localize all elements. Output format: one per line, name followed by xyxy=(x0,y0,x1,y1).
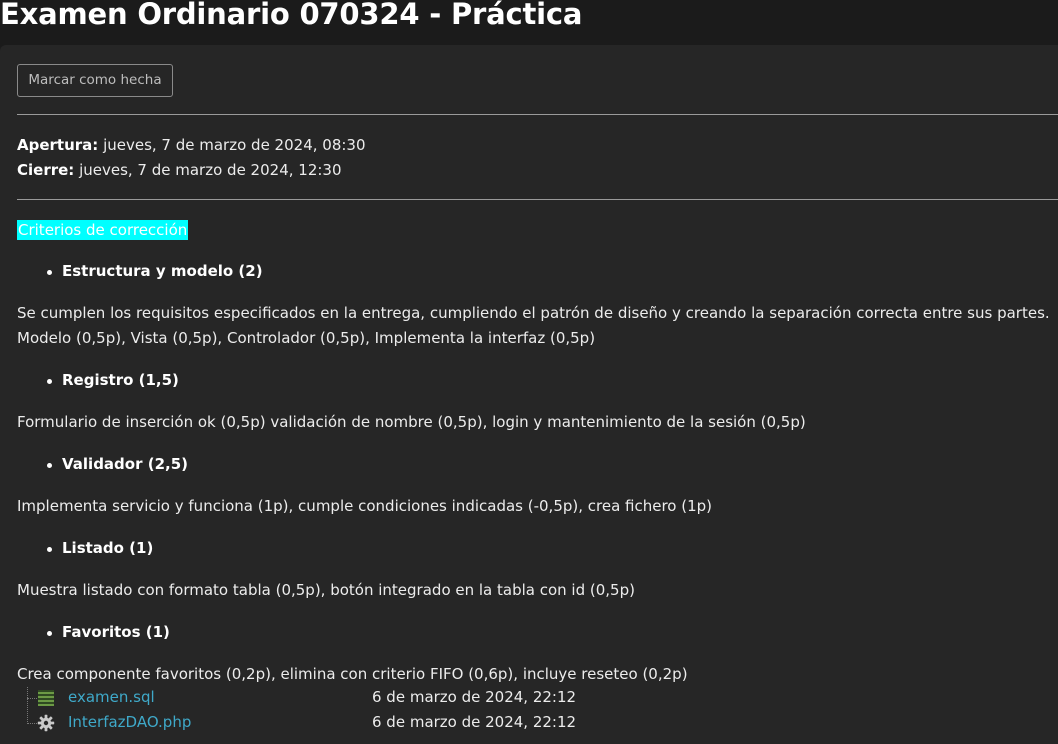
file-date: 6 de marzo de 2024, 22:12 xyxy=(372,688,577,706)
criterion-line: Crea componente favoritos (0,2p), elimin… xyxy=(17,665,688,683)
criteria-heading: Criterios de corrección xyxy=(17,220,189,240)
criterion-line: Formulario de inserción ok (0,5p) valida… xyxy=(17,413,806,431)
criterion-description: Implementa servicio y funciona (1p), cum… xyxy=(17,494,1058,519)
criterion-description: Crea componente favoritos (0,2p), elimin… xyxy=(17,662,1058,687)
criterion-line: Muestra listado con formato tabla (0,5p)… xyxy=(17,581,635,599)
file-date: 6 de marzo de 2024, 22:12 xyxy=(372,713,577,731)
open-date: Apertura: jueves, 7 de marzo de 2024, 08… xyxy=(17,133,366,158)
criterion-title: Registro (1,5) xyxy=(47,371,179,389)
close-date-label: Cierre: xyxy=(17,160,75,179)
criterion-title: Listado (1) xyxy=(46,539,154,557)
sql-file-icon xyxy=(38,690,54,706)
divider xyxy=(17,199,1058,200)
criterion-title: Validador (2,5) xyxy=(47,455,188,473)
gear-file-icon xyxy=(37,714,55,732)
criterion-line: Modelo (0,5p), Vista (0,5p), Controlador… xyxy=(17,329,596,347)
page-title: Examen Ordinario 070324 - Práctica xyxy=(0,0,583,31)
close-date-value: jueves, 7 de marzo de 2024, 12:30 xyxy=(74,160,342,179)
criterion-description: Se cumplen los requisitos especificados … xyxy=(17,301,1058,351)
file-link-interfazdao-php[interactable]: InterfazDAO.php xyxy=(68,713,191,731)
divider xyxy=(17,114,1058,115)
criterion-title: Estructura y modelo (2) xyxy=(47,262,263,280)
activity-panel: Marcar como hecha Apertura: jueves, 7 de… xyxy=(0,45,1058,744)
open-date-value: jueves, 7 de marzo de 2024, 08:30 xyxy=(98,136,366,154)
criterion-description: Formulario de inserción ok (0,5p) valida… xyxy=(17,410,1058,435)
tree-connector xyxy=(27,698,37,699)
activity-dates: Apertura: jueves, 7 de marzo de 2024, 08… xyxy=(17,133,366,182)
criterion-line: Se cumplen los requisitos especificados … xyxy=(17,304,1050,322)
mark-as-done-button[interactable]: Marcar como hecha xyxy=(17,64,173,97)
criterion-title: Favoritos (1) xyxy=(47,623,170,641)
tree-connector xyxy=(27,723,37,724)
close-date: Cierre: jueves, 7 de marzo de 2024, 12:3… xyxy=(17,158,366,183)
criterion-line: Implementa servicio y funciona (1p), cum… xyxy=(17,497,713,515)
tree-connector xyxy=(27,687,28,724)
criterion-description: Muestra listado con formato tabla (0,5p)… xyxy=(17,578,1058,603)
file-link-examen-sql[interactable]: examen.sql xyxy=(68,688,155,706)
open-date-label: Apertura: xyxy=(17,136,99,154)
